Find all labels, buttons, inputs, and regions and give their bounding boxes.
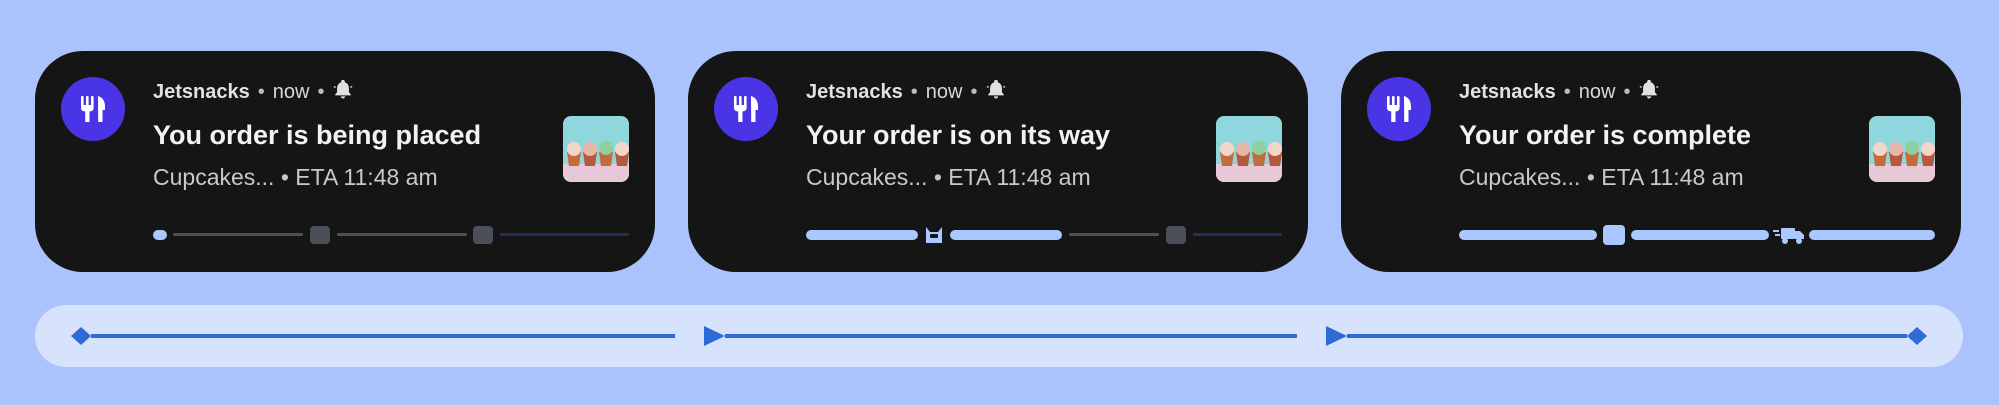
fork-knife-icon xyxy=(714,77,778,141)
timeline-graphic xyxy=(71,326,1927,346)
progress-segment xyxy=(1193,233,1282,236)
progress-segment xyxy=(1809,230,1935,240)
robot-icon xyxy=(926,227,942,243)
app-name: Jetsnacks xyxy=(806,80,903,103)
notification-card-complete[interactable]: Jetsnacks • now • Your order is complete… xyxy=(1341,51,1961,272)
notification-time: now xyxy=(925,80,963,103)
separator-dot: • xyxy=(1563,80,1571,103)
notification-card-placed[interactable]: Jetsnacks • now • You order is being pla… xyxy=(35,51,655,272)
cupcakes-thumbnail xyxy=(563,116,629,182)
app-name: Jetsnacks xyxy=(153,80,250,103)
order-progress-bar xyxy=(153,226,629,244)
timeline-play-marker xyxy=(1326,326,1347,346)
progress-milestone xyxy=(1603,225,1625,245)
notification-subtitle: Cupcakes... • ETA 11:48 am xyxy=(1459,164,1744,190)
bell-icon xyxy=(1638,78,1660,106)
fork-knife-icon xyxy=(61,77,125,141)
progress-segment xyxy=(500,233,629,236)
separator-dot: • xyxy=(910,80,918,103)
progress-segment xyxy=(337,233,467,236)
progress-segment xyxy=(806,230,918,240)
fork-knife-icon xyxy=(1367,77,1431,141)
separator-dot: • xyxy=(317,80,325,103)
notification-time: now xyxy=(272,80,310,103)
progress-segment xyxy=(950,230,1062,240)
separator-dot: • xyxy=(970,80,978,103)
bell-icon xyxy=(332,78,354,106)
timeline-track xyxy=(35,305,1963,367)
notification-time: now xyxy=(1578,80,1616,103)
notification-subtitle: Cupcakes... • ETA 11:48 am xyxy=(806,164,1091,190)
notification-title: Your order is on its way xyxy=(806,120,1111,150)
notification-title: You order is being placed xyxy=(153,120,482,150)
separator-dot: • xyxy=(257,80,265,103)
timeline-start-diamond xyxy=(71,327,91,345)
cupcakes-thumbnail xyxy=(1216,116,1282,182)
order-progress-bar xyxy=(806,226,1282,244)
progress-segment xyxy=(1631,230,1769,240)
progress-segment xyxy=(173,233,303,236)
progress-segment xyxy=(1069,233,1159,236)
progress-milestone xyxy=(473,226,493,244)
order-progress-bar xyxy=(1459,225,1935,245)
timeline-play-marker xyxy=(704,326,725,346)
cupcakes-thumbnail xyxy=(1869,116,1935,182)
timeline-end-diamond xyxy=(1907,327,1927,345)
delivery-truck-icon xyxy=(1773,228,1804,244)
notification-subtitle: Cupcakes... • ETA 11:48 am xyxy=(153,164,438,190)
separator-dot: • xyxy=(1623,80,1631,103)
progress-segment xyxy=(1459,230,1597,240)
notification-card-on-the-way[interactable]: Jetsnacks • now • Your order is on its w… xyxy=(688,51,1308,272)
app-name: Jetsnacks xyxy=(1459,80,1556,103)
notification-title: Your order is complete xyxy=(1459,120,1752,150)
progress-milestone xyxy=(310,226,330,244)
bell-icon xyxy=(985,78,1007,106)
progress-start-indicator xyxy=(153,230,167,240)
progress-milestone xyxy=(1166,226,1186,244)
